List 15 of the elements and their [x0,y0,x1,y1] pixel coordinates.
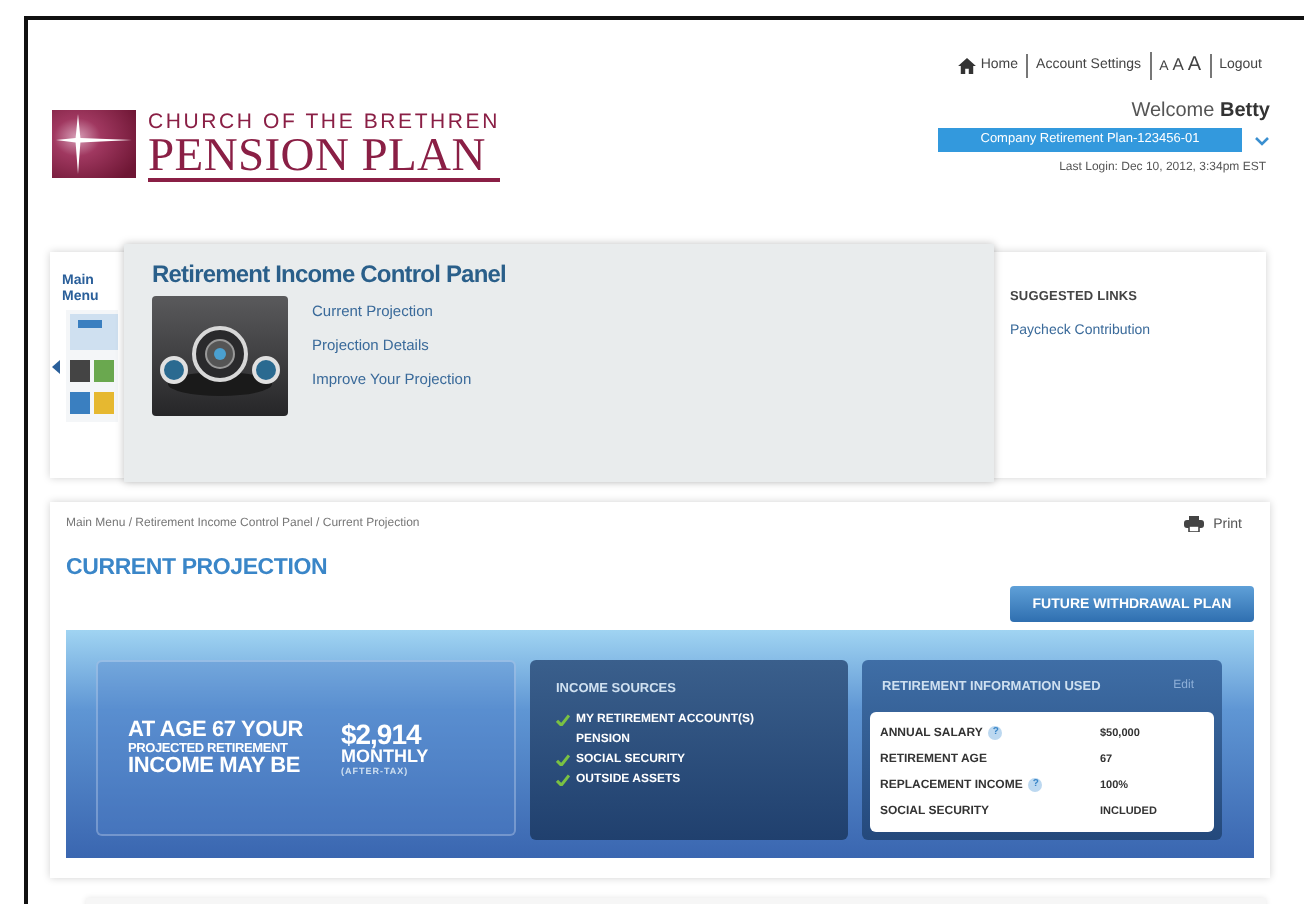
monthly-amount: $2,914 [340,719,421,747]
home-icon [958,58,977,74]
chevron-down-icon[interactable] [1254,135,1270,145]
cross-star-icon [52,110,136,178]
amount-period: MONTHLY [340,747,429,765]
printer-icon [1183,516,1204,532]
projection-headline: INCOME MAY BE [128,755,303,777]
welcome-text: Welcome Betty [1131,100,1270,122]
logo[interactable]: CHURCH OF THE BRETHREN PENSION PLAN [52,110,500,182]
left-arrow-icon[interactable] [52,359,60,373]
knobs-icon [152,296,288,416]
control-panel-title: Retirement Income Control Panel [152,260,508,288]
menu-thumbnail-drawing[interactable] [66,310,118,422]
projection-headline: AT AGE 67 YOUR [128,719,303,741]
page-title: CURRENT PROJECTION [66,556,330,580]
